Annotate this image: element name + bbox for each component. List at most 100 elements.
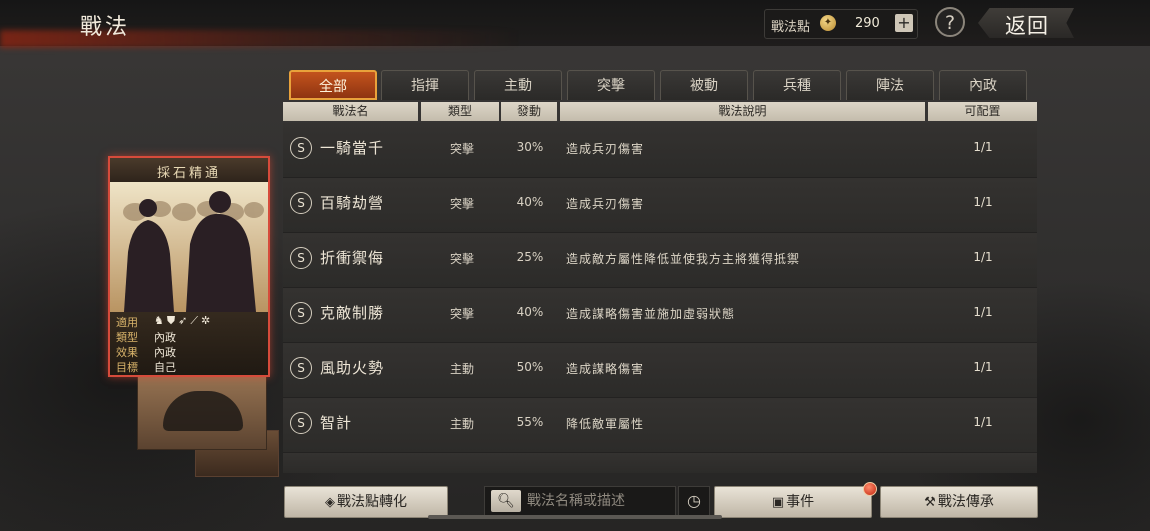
tactic-slots: 1/1	[973, 415, 993, 429]
page-title: 戰法	[80, 15, 131, 40]
tactic-rate: 50%	[516, 360, 544, 374]
bow-icon: ➶	[178, 314, 191, 327]
scroll-icon: ▣	[771, 495, 785, 510]
wheel-icon: ✲	[201, 314, 214, 327]
tactic-rate: 55%	[516, 415, 544, 429]
card-back-art	[163, 391, 243, 431]
tactic-rate: 25%	[516, 250, 544, 264]
tactic-slots: 1/1	[973, 250, 993, 264]
back-button-label[interactable]: 返回	[1005, 10, 1049, 40]
top-bar: 戰法 戰法點 ✦ 290 + ? 返回	[0, 0, 1150, 48]
card-illustration	[110, 182, 268, 312]
tab-internal[interactable]: 內政	[939, 70, 1027, 100]
convert-points-label: 戰法點轉化	[337, 494, 407, 510]
card-info-value: 內政	[154, 346, 176, 359]
column-header-type[interactable]: 類型	[421, 102, 499, 121]
table-row[interactable]: S 風助火勢 主動 50% 造成謀略傷害 1/1	[283, 343, 1037, 398]
column-header-name[interactable]: 戰法名	[283, 102, 418, 121]
tactic-slots: 1/1	[973, 305, 993, 319]
table-row[interactable]: S 智計 主動 55% 降低敵軍屬性 1/1	[283, 398, 1037, 453]
tab-command[interactable]: 指揮	[381, 70, 469, 100]
search-icon[interactable]: 🔍︎	[491, 490, 521, 512]
tab-all[interactable]: 全部	[289, 70, 377, 100]
card-info-label: 目標	[116, 361, 138, 374]
card-info-value: 自己	[154, 361, 176, 374]
tactic-description: 造成敵方屬性降低並使我方主將獲得抵禦	[566, 252, 801, 266]
card-info-label: 適用	[116, 316, 138, 329]
table-row[interactable]: S 一騎當千 突擊 30% 造成兵刃傷害 1/1	[283, 123, 1037, 178]
tactic-description: 造成謀略傷害並施加虛弱狀態	[566, 307, 736, 321]
tactic-points-icon: ✦	[820, 15, 836, 31]
tactic-type: 主動	[449, 417, 474, 431]
table-row[interactable]: S 克敵制勝 突擊 40% 造成謀略傷害並施加虛弱狀態 1/1	[283, 288, 1037, 343]
two-figures-illustration	[110, 182, 268, 312]
tab-assault[interactable]: 突擊	[567, 70, 655, 100]
tactic-type: 突擊	[449, 307, 474, 321]
tactic-name: 克敵制勝	[320, 304, 385, 322]
card-title-bar: 採石精通	[110, 158, 268, 182]
tactic-name: 風助火勢	[320, 359, 385, 377]
tactic-rate: 30%	[516, 140, 544, 154]
grade-badge: S	[290, 357, 312, 379]
tactic-description: 造成兵刃傷害	[566, 197, 645, 211]
flame-icon: ◈	[325, 495, 335, 510]
table-row-partial[interactable]	[283, 453, 1037, 473]
cavalry-icon: ♞	[154, 314, 167, 327]
tactic-rate: 40%	[516, 305, 544, 319]
notification-dot	[863, 482, 877, 496]
tactic-name: 折衝禦侮	[320, 249, 385, 267]
card-info-label: 效果	[116, 346, 138, 359]
tactics-list[interactable]: S 一騎當千 突擊 30% 造成兵刃傷害 1/1 S 百騎劫營 突擊 40% 造…	[283, 123, 1037, 473]
spear-icon: ⟋	[190, 314, 202, 327]
tab-formation[interactable]: 陣法	[846, 70, 934, 100]
card-stack-middle[interactable]	[137, 370, 267, 450]
tactic-points-label: 戰法點	[771, 20, 811, 35]
tactic-name: 百騎劫營	[320, 194, 385, 212]
events-label: 事件	[786, 494, 815, 510]
tactic-type: 突擊	[449, 142, 474, 156]
tactic-type: 突擊	[449, 197, 474, 211]
tactic-points-display: 戰法點 ✦ 290 +	[764, 9, 918, 39]
tab-active[interactable]: 主動	[474, 70, 562, 100]
inherit-tactic-label: 戰法傳承	[937, 494, 994, 510]
tactic-description: 造成兵刃傷害	[566, 142, 645, 156]
tactic-slots: 1/1	[973, 360, 993, 374]
unit-icons: ♞⛊➶⟋✲	[154, 314, 213, 328]
tab-troop[interactable]: 兵種	[753, 70, 841, 100]
table-row[interactable]: S 百騎劫營 突擊 40% 造成兵刃傷害 1/1	[283, 178, 1037, 233]
tactic-rate: 40%	[516, 195, 544, 209]
tactic-type: 突擊	[449, 252, 474, 266]
search-bar[interactable]: 🔍︎	[484, 486, 676, 516]
column-header-description: 戰法說明	[560, 102, 925, 121]
tactic-slots: 1/1	[973, 140, 993, 154]
table-row[interactable]: S 折衝禦侮 突擊 25% 造成敵方屬性降低並使我方主將獲得抵禦 1/1	[283, 233, 1037, 288]
card-info-panel: 適用 ♞⛊➶⟋✲ 類型 內政 效果 內政 目標 自己	[110, 312, 268, 375]
events-button[interactable]: ▣ 事件	[714, 486, 872, 518]
grade-badge: S	[290, 412, 312, 434]
add-points-button[interactable]: +	[895, 14, 913, 32]
title-glow	[0, 30, 520, 48]
search-input[interactable]	[527, 491, 671, 511]
card-title: 採石精通	[156, 166, 221, 181]
grade-badge: S	[290, 192, 312, 214]
grade-badge: S	[290, 247, 312, 269]
column-header-slots[interactable]: 可配置	[928, 102, 1037, 121]
hammer-icon: ⚒	[924, 495, 936, 510]
tab-passive[interactable]: 被動	[660, 70, 748, 100]
tactic-name: 一騎當千	[320, 139, 385, 157]
column-header-rate[interactable]: 發動	[501, 102, 557, 121]
tactic-points-value: 290	[855, 16, 880, 31]
grade-badge: S	[290, 137, 312, 159]
tactic-name: 智計	[320, 414, 353, 432]
tactic-slots: 1/1	[973, 195, 993, 209]
tactic-type: 主動	[449, 362, 474, 376]
scroll-handle[interactable]	[428, 515, 722, 519]
shield-icon: ⛊	[166, 314, 179, 327]
selected-tactic-card[interactable]: 採石精通 適用 ♞⛊➶⟋✲ 類型 內政 效果 內政 目標 自己	[108, 156, 270, 377]
inherit-tactic-button[interactable]: ⚒ 戰法傳承	[880, 486, 1038, 518]
tactic-description: 降低敵軍屬性	[566, 417, 645, 431]
clock-icon[interactable]: ◷	[678, 486, 710, 516]
card-info-label: 類型	[116, 331, 138, 344]
convert-points-button[interactable]: ◈ 戰法點轉化	[284, 486, 448, 518]
help-button[interactable]: ?	[935, 7, 965, 37]
